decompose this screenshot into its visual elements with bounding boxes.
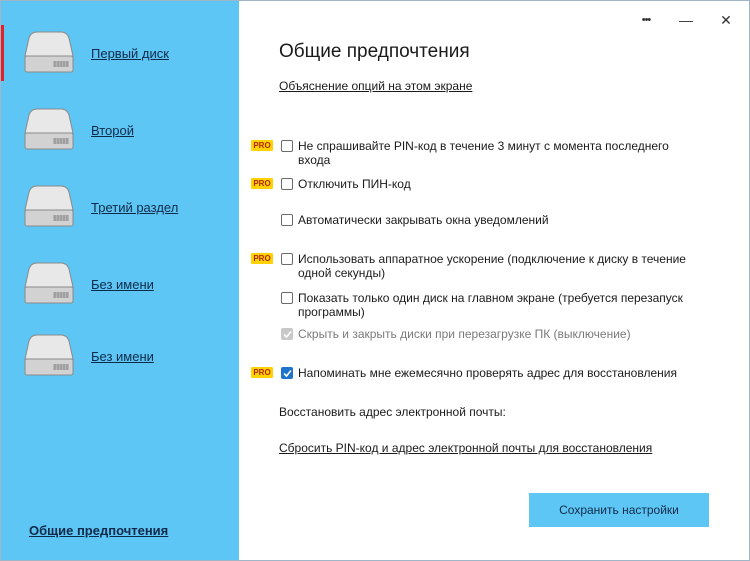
pro-badge: PRO [251,253,273,264]
option-label: Скрыть и закрыть диски при перезагрузке … [298,327,631,341]
recovery-email-label: Восстановить адрес электронной почты: [279,405,506,419]
sidebar-disk-5[interactable]: Без имени [1,326,239,386]
option-pin-timeout[interactable]: PRO Не спрашивайте PIN-код в течение 3 м… [251,139,721,169]
pro-badge: PRO [251,140,273,151]
auto-close-notifications-checkbox[interactable] [281,214,293,226]
hard-drive-icon [24,262,74,304]
more-options-button[interactable]: ••• [631,9,661,31]
hard-drive-icon [24,108,74,150]
option-auto-close-notifications[interactable]: Автоматически закрывать окна уведомлений [251,213,721,229]
close-button[interactable]: ✕ [711,9,741,31]
sidebar: Первый диск Второй Третий раздел Без име… [1,1,239,560]
page-title: Общие предпочтения [279,41,470,62]
option-label: Использовать аппаратное ускорение (подкл… [298,252,686,280]
option-label: Автоматически закрывать окна уведомлений [298,213,549,227]
sidebar-disk-4[interactable]: Без имени [1,254,239,314]
option-label: Напоминать мне ежемесячно проверять адре… [298,366,677,380]
sidebar-disk-1[interactable]: Первый диск [1,23,239,83]
sidebar-disk-3[interactable]: Третий раздел [1,177,239,237]
option-hardware-acceleration[interactable]: PRO Использовать аппаратное ускорение (п… [251,252,721,282]
checkmark-icon [283,369,292,378]
sidebar-disk-label[interactable]: Второй [91,123,134,138]
sidebar-disk-label[interactable]: Третий раздел [91,200,178,215]
hide-disks-on-reboot-checkbox [281,328,293,340]
app-window: Первый диск Второй Третий раздел Без име… [0,0,750,561]
disable-pin-checkbox[interactable] [281,178,293,190]
reset-pin-link[interactable]: Сбросить PIN-код и адрес электронной поч… [279,441,652,455]
monthly-reminder-checkbox[interactable] [281,367,293,379]
pro-badge: PRO [251,367,273,378]
option-monthly-reminder[interactable]: PRO Напоминать мне ежемесячно проверять … [251,366,721,382]
single-disk-checkbox[interactable] [281,292,293,304]
hard-drive-icon [24,31,74,73]
help-link[interactable]: Объяснение опций на этом экране [279,79,472,93]
pin-timeout-checkbox[interactable] [281,140,293,152]
sidebar-disk-label[interactable]: Первый диск [91,46,169,61]
option-label: Не спрашивайте PIN-код в течение 3 минут… [298,139,669,167]
hard-drive-icon [24,185,74,227]
minimize-button[interactable]: — [671,9,701,31]
option-label: Показать только один диск на главном экр… [298,291,683,319]
option-disable-pin[interactable]: PRO Отключить ПИН-код [251,177,721,193]
save-settings-button[interactable]: Сохранить настройки [529,493,709,527]
hardware-acceleration-checkbox[interactable] [281,253,293,265]
sidebar-disk-label[interactable]: Без имени [91,277,154,292]
sidebar-disk-label[interactable]: Без имени [91,349,154,364]
hard-drive-icon [24,334,74,376]
general-preferences-link[interactable]: Общие предпочтения [29,523,168,538]
sidebar-disk-2[interactable]: Второй [1,100,239,160]
option-single-disk[interactable]: Показать только один диск на главном экр… [251,291,721,321]
pro-badge: PRO [251,178,273,189]
checkmark-icon [283,330,292,339]
selected-indicator [1,25,4,81]
option-hide-disks-on-reboot: Скрыть и закрыть диски при перезагрузке … [251,327,721,343]
option-label: Отключить ПИН-код [298,177,411,191]
